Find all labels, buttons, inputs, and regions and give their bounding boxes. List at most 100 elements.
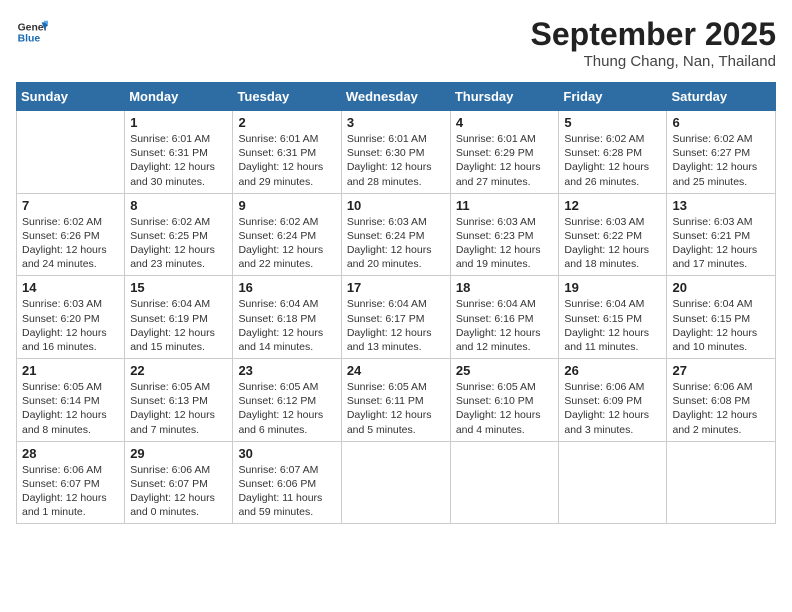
day-info: Sunrise: 6:05 AMSunset: 6:10 PMDaylight:… [456,380,554,437]
svg-text:Blue: Blue [18,34,41,45]
calendar-cell: 3 Sunrise: 6:01 AMSunset: 6:30 PMDaylight… [341,111,450,194]
day-info: Sunrise: 6:04 AMSunset: 6:15 PMDaylight:… [672,297,770,354]
page-header: General Blue September 2025 Thung Chang,… [16,16,776,70]
day-info: Sunrise: 6:05 AMSunset: 6:14 PMDaylight:… [22,380,119,437]
calendar-header-row: SundayMondayTuesdayWednesdayThursdayFrid… [17,83,776,111]
day-number: 14 [22,280,119,295]
calendar-cell: 26 Sunrise: 6:06 AMSunset: 6:09 PMDayligh… [559,359,667,442]
calendar-cell [667,441,776,524]
calendar-table: SundayMondayTuesdayWednesdayThursdayFrid… [16,82,776,524]
calendar-cell: 13 Sunrise: 6:03 AMSunset: 6:21 PMDayligh… [667,193,776,276]
calendar-week-row: 14 Sunrise: 6:03 AMSunset: 6:20 PMDayligh… [17,276,776,359]
calendar-week-row: 28 Sunrise: 6:06 AMSunset: 6:07 PMDayligh… [17,441,776,524]
calendar-cell: 19Sunrise: 6:04 AMSunset: 6:15 PMDayligh… [559,276,667,359]
day-number: 10 [347,198,445,213]
day-number: 22 [130,363,227,378]
col-header-monday: Monday [125,83,233,111]
day-number: 18 [456,280,554,295]
calendar-cell: 25 Sunrise: 6:05 AMSunset: 6:10 PMDayligh… [450,359,559,442]
day-info: Sunrise: 6:03 AMSunset: 6:22 PMDaylight:… [564,215,661,272]
day-number: 23 [238,363,335,378]
calendar-cell: 21 Sunrise: 6:05 AMSunset: 6:14 PMDayligh… [17,359,125,442]
day-info: Sunrise: 6:01 AMSunset: 6:30 PMDaylight:… [347,132,445,189]
day-number: 9 [238,198,335,213]
calendar-cell [450,441,559,524]
day-info: Sunrise: 6:02 AMSunset: 6:24 PMDaylight:… [238,215,335,272]
day-number: 19 [564,280,661,295]
month-year: September 2025 [531,16,776,53]
calendar-cell [17,111,125,194]
day-number: 13 [672,198,770,213]
calendar-cell: 9 Sunrise: 6:02 AMSunset: 6:24 PMDaylight… [233,193,341,276]
calendar-cell: 16 Sunrise: 6:04 AMSunset: 6:18 PMDayligh… [233,276,341,359]
calendar-cell [559,441,667,524]
calendar-cell [341,441,450,524]
day-info: Sunrise: 6:05 AMSunset: 6:13 PMDaylight:… [130,380,227,437]
day-info: Sunrise: 6:04 AMSunset: 6:19 PMDaylight:… [130,297,227,354]
day-number: 4 [456,115,554,130]
day-number: 1 [130,115,227,130]
calendar-cell: 2Sunrise: 6:01 AMSunset: 6:31 PMDaylight… [233,111,341,194]
calendar-cell: 15 Sunrise: 6:04 AMSunset: 6:19 PMDayligh… [125,276,233,359]
calendar-cell: 11 Sunrise: 6:03 AMSunset: 6:23 PMDayligh… [450,193,559,276]
day-number: 30 [238,446,335,461]
day-info: Sunrise: 6:04 AMSunset: 6:17 PMDaylight:… [347,297,445,354]
calendar-cell: 8Sunrise: 6:02 AMSunset: 6:25 PMDaylight… [125,193,233,276]
day-number: 5 [564,115,661,130]
calendar-cell: 10Sunrise: 6:03 AMSunset: 6:24 PMDayligh… [341,193,450,276]
day-number: 2 [238,115,335,130]
calendar-week-row: 7Sunrise: 6:02 AMSunset: 6:26 PMDaylight… [17,193,776,276]
day-number: 29 [130,446,227,461]
calendar-week-row: 1Sunrise: 6:01 AMSunset: 6:31 PMDaylight… [17,111,776,194]
day-info: Sunrise: 6:04 AMSunset: 6:18 PMDaylight:… [238,297,335,354]
day-number: 27 [672,363,770,378]
col-header-thursday: Thursday [450,83,559,111]
day-info: Sunrise: 6:03 AMSunset: 6:20 PMDaylight:… [22,297,119,354]
location: Thung Chang, Nan, Thailand [531,53,776,70]
day-number: 20 [672,280,770,295]
day-info: Sunrise: 6:06 AMSunset: 6:07 PMDaylight:… [22,463,119,520]
calendar-cell: 20 Sunrise: 6:04 AMSunset: 6:15 PMDayligh… [667,276,776,359]
calendar-cell: 18Sunrise: 6:04 AMSunset: 6:16 PMDayligh… [450,276,559,359]
day-number: 28 [22,446,119,461]
day-number: 26 [564,363,661,378]
col-header-wednesday: Wednesday [341,83,450,111]
day-info: Sunrise: 6:02 AMSunset: 6:27 PMDaylight:… [672,132,770,189]
day-number: 21 [22,363,119,378]
calendar-cell: 7Sunrise: 6:02 AMSunset: 6:26 PMDaylight… [17,193,125,276]
day-number: 15 [130,280,227,295]
day-info: Sunrise: 6:07 AMSunset: 6:06 PMDaylight:… [238,463,335,520]
calendar-cell: 17 Sunrise: 6:04 AMSunset: 6:17 PMDayligh… [341,276,450,359]
day-info: Sunrise: 6:02 AMSunset: 6:28 PMDaylight:… [564,132,661,189]
calendar-cell: 23Sunrise: 6:05 AMSunset: 6:12 PMDayligh… [233,359,341,442]
day-info: Sunrise: 6:05 AMSunset: 6:11 PMDaylight:… [347,380,445,437]
calendar-cell: 4 Sunrise: 6:01 AMSunset: 6:29 PMDaylight… [450,111,559,194]
day-number: 8 [130,198,227,213]
calendar-cell: 28 Sunrise: 6:06 AMSunset: 6:07 PMDayligh… [17,441,125,524]
day-number: 6 [672,115,770,130]
day-number: 3 [347,115,445,130]
day-number: 25 [456,363,554,378]
day-number: 7 [22,198,119,213]
day-info: Sunrise: 6:06 AMSunset: 6:09 PMDaylight:… [564,380,661,437]
calendar-cell: 22 Sunrise: 6:05 AMSunset: 6:13 PMDayligh… [125,359,233,442]
day-number: 12 [564,198,661,213]
day-info: Sunrise: 6:06 AMSunset: 6:08 PMDaylight:… [672,380,770,437]
day-info: Sunrise: 6:01 AMSunset: 6:29 PMDaylight:… [456,132,554,189]
day-info: Sunrise: 6:06 AMSunset: 6:07 PMDaylight:… [130,463,227,520]
day-info: Sunrise: 6:03 AMSunset: 6:23 PMDaylight:… [456,215,554,272]
calendar-cell: 30 Sunrise: 6:07 AMSunset: 6:06 PMDayligh… [233,441,341,524]
day-number: 16 [238,280,335,295]
col-header-saturday: Saturday [667,83,776,111]
col-header-sunday: Sunday [17,83,125,111]
calendar-cell: 29 Sunrise: 6:06 AMSunset: 6:07 PMDayligh… [125,441,233,524]
day-info: Sunrise: 6:03 AMSunset: 6:21 PMDaylight:… [672,215,770,272]
day-number: 17 [347,280,445,295]
calendar-cell: 5 Sunrise: 6:02 AMSunset: 6:28 PMDaylight… [559,111,667,194]
day-number: 24 [347,363,445,378]
calendar-cell: 12 Sunrise: 6:03 AMSunset: 6:22 PMDayligh… [559,193,667,276]
calendar-cell: 14 Sunrise: 6:03 AMSunset: 6:20 PMDayligh… [17,276,125,359]
title-area: September 2025 Thung Chang, Nan, Thailan… [531,16,776,70]
col-header-tuesday: Tuesday [233,83,341,111]
day-number: 11 [456,198,554,213]
